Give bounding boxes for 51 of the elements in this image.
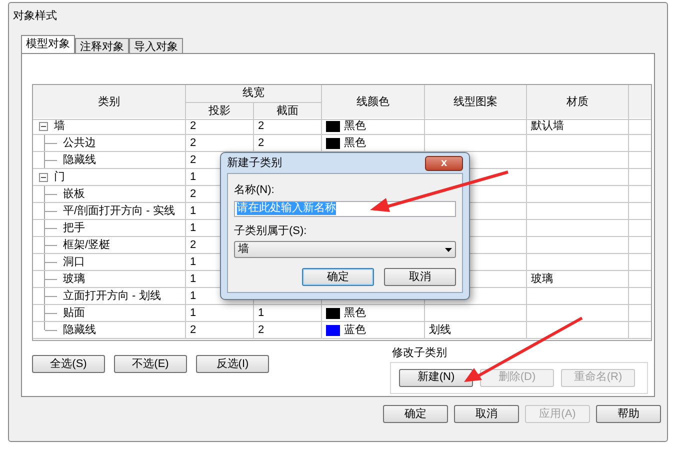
category-name: 嵌板: [63, 186, 85, 202]
category-name: 把手: [63, 220, 85, 236]
table-cell: 2: [186, 118, 254, 135]
dialog-button[interactable]: 帮助: [596, 405, 661, 423]
table-cell: 玻璃: [527, 271, 629, 288]
parent-select[interactable]: 墙: [234, 241, 456, 258]
category-name: 框架/竖梃: [63, 238, 110, 253]
dropdown-arrow-icon: [445, 248, 452, 252]
category-name: 贴面: [63, 306, 85, 321]
column-header: 线型图案: [454, 94, 498, 110]
table-cell: 2: [186, 322, 254, 339]
group-title: 修改子类别: [392, 346, 448, 361]
select-button[interactable]: 全选(S): [32, 355, 105, 373]
column-header: 投影: [208, 104, 230, 118]
column-header: 材质: [566, 94, 588, 110]
collapse-icon[interactable]: [39, 172, 48, 182]
window-title: 对象样式: [13, 8, 57, 24]
color-name: 黑色: [344, 136, 366, 151]
category-name: 洞口: [63, 254, 85, 270]
table-cell: 1: [254, 305, 322, 322]
dialog-button[interactable]: 确定: [302, 268, 374, 286]
select-button[interactable]: 反选(I): [196, 355, 269, 373]
color-name: 黑色: [344, 306, 366, 321]
category-name: 立面打开方向 - 划线: [63, 288, 161, 304]
dialog-button[interactable]: 取消: [454, 405, 519, 423]
table-cell: 2: [254, 118, 322, 135]
select-button[interactable]: 不选(E): [114, 355, 187, 373]
table-cell: 划线: [425, 322, 527, 339]
tab[interactable]: 导入对象: [129, 38, 183, 53]
table-cell: 默认墙: [527, 118, 629, 135]
category-name: 平/剖面打开方向 - 实线: [63, 204, 175, 219]
category-name: 公共边: [63, 136, 96, 151]
dialog-button[interactable]: 取消: [384, 268, 456, 286]
column-header: 类别: [98, 94, 120, 110]
category-name: 隐藏线: [63, 152, 96, 168]
dialog-button[interactable]: 确定: [383, 405, 448, 423]
category-name: 隐藏线: [63, 322, 96, 338]
table-cell: 1: [186, 305, 254, 322]
table-cell: 2: [254, 322, 322, 339]
color-name: 蓝色: [344, 322, 366, 338]
collapse-icon[interactable]: [39, 122, 48, 130]
tab[interactable]: 注释对象: [75, 38, 129, 53]
color-name: 黑色: [344, 118, 366, 134]
column-header: 线颜色: [356, 94, 390, 110]
column-header: 线宽: [242, 86, 264, 101]
category-name: 墙: [54, 118, 65, 134]
category-name: 门: [54, 170, 65, 185]
tab[interactable]: 模型对象: [21, 35, 75, 53]
category-name: 玻璃: [63, 272, 85, 287]
subcategory-button[interactable]: 新建(N): [399, 368, 473, 386]
column-header: 截面: [276, 104, 298, 118]
